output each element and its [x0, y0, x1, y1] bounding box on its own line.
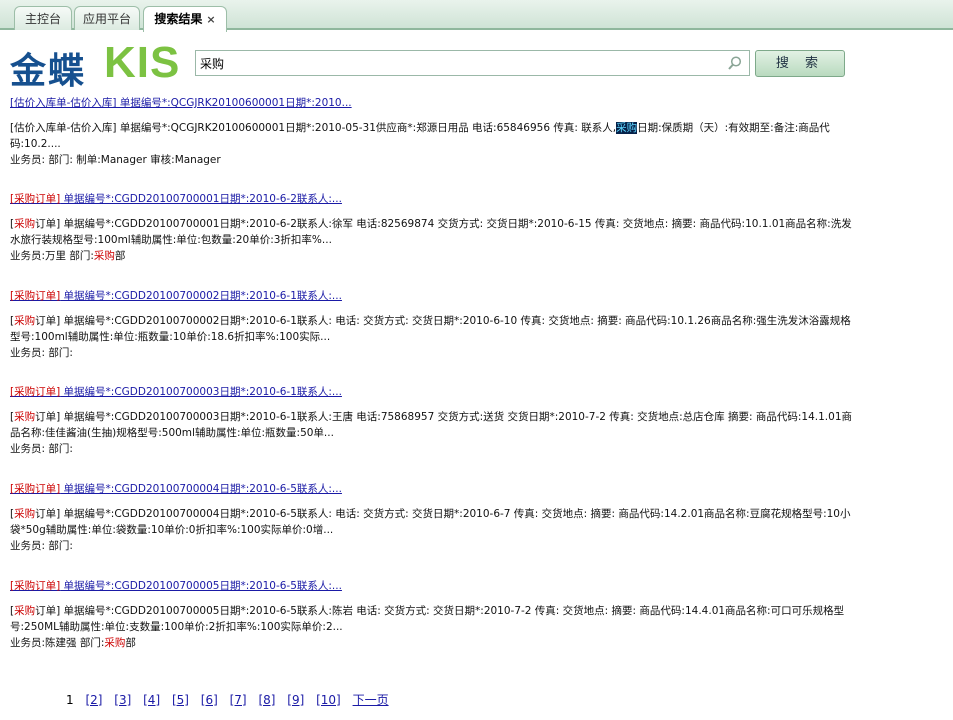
result-item: [估价入库单-估价入库] 单据编号*:QCGJRK20100600001日期*:… — [10, 96, 870, 168]
page-link-7[interactable]: [7] — [230, 693, 247, 707]
result-highlight: 采购 — [14, 605, 36, 617]
result-highlight: 采购 — [14, 315, 36, 327]
logo-english: KIS — [104, 38, 181, 87]
result-body-text: 订单] 单据编号*:CGDD20100700004日期*:2010-6-5联系人… — [10, 508, 851, 536]
tab-search-results[interactable]: 搜索结果 × — [143, 6, 227, 32]
result-title-highlight[interactable]: [采购订单] — [10, 290, 60, 302]
result-body: [采购订单] 单据编号*:CGDD20100700001日期*:2010-6-2… — [10, 216, 860, 264]
tab-label: 应用平台 — [82, 12, 131, 26]
result-body: [采购订单] 单据编号*:CGDD20100700002日期*:2010-6-1… — [10, 313, 860, 361]
result-meta-text: 业务员: 部门: 制单:Manager 审核:Manager — [10, 154, 221, 166]
result-title-text[interactable]: 单据编号*:CGDD20100700005日期*:2010-6-5联系人:... — [60, 580, 342, 592]
result-meta-text: 业务员:陈建强 部门: — [10, 637, 105, 649]
kis-logo: 金蝶 KIS — [10, 38, 190, 92]
result-title-link[interactable]: [估价入库单-估价入库] 单据编号*:QCGJRK20100600001日期*:… — [10, 96, 870, 110]
result-meta-text: 业务员: 部门: — [10, 443, 73, 455]
page-link-6[interactable]: [6] — [201, 693, 218, 707]
page-link-2[interactable]: [2] — [85, 693, 102, 707]
result-body-text: 订单] 单据编号*:CGDD20100700002日期*:2010-6-1联系人… — [10, 315, 851, 343]
search-icon[interactable] — [727, 55, 743, 71]
result-meta-text: 部 — [114, 250, 126, 262]
result-highlight: 采购 — [93, 250, 115, 262]
page-link-9[interactable]: [9] — [287, 693, 304, 707]
result-title-link[interactable]: [采购订单] 单据编号*:CGDD20100700005日期*:2010-6-5… — [10, 579, 870, 593]
result-title-link[interactable]: [采购订单] 单据编号*:CGDD20100700002日期*:2010-6-1… — [10, 289, 870, 303]
close-icon[interactable]: × — [206, 13, 215, 26]
page-link-5[interactable]: [5] — [172, 693, 189, 707]
result-highlight: 采购 — [14, 218, 36, 230]
result-meta-text: 业务员: 部门: — [10, 540, 73, 552]
result-title-highlight[interactable]: [采购订单] — [10, 386, 60, 398]
result-meta-text: 业务员: 部门: — [10, 347, 73, 359]
result-title-link[interactable]: [采购订单] 单据编号*:CGDD20100700003日期*:2010-6-1… — [10, 385, 870, 399]
page-link-3[interactable]: [3] — [114, 693, 131, 707]
result-body-text: [估价入库单-估价入库] 单据编号*:QCGJRK20100600001日期*:… — [10, 122, 617, 134]
result-highlight: 采购 — [14, 411, 36, 423]
result-body: [采购订单] 单据编号*:CGDD20100700005日期*:2010-6-5… — [10, 603, 860, 651]
result-title-text[interactable]: [估价入库单-估价入库] 单据编号*:QCGJRK20100600001日期*:… — [10, 97, 352, 109]
result-title-highlight[interactable]: [采购订单] — [10, 483, 60, 495]
result-title-highlight[interactable]: [采购订单] — [10, 193, 60, 205]
result-title-text[interactable]: 单据编号*:CGDD20100700002日期*:2010-6-1联系人:... — [60, 290, 342, 302]
result-title-link[interactable]: [采购订单] 单据编号*:CGDD20100700001日期*:2010-6-2… — [10, 192, 870, 206]
result-title-text[interactable]: 单据编号*:CGDD20100700003日期*:2010-6-1联系人:... — [60, 386, 342, 398]
page-link-8[interactable]: [8] — [258, 693, 275, 707]
result-body-text: 订单] 单据编号*:CGDD20100700001日期*:2010-6-2联系人… — [10, 218, 852, 246]
search-input[interactable] — [200, 54, 720, 72]
result-item: [采购订单] 单据编号*:CGDD20100700004日期*:2010-6-5… — [10, 482, 870, 554]
result-highlight: 采购 — [616, 122, 638, 134]
result-body: [采购订单] 单据编号*:CGDD20100700004日期*:2010-6-5… — [10, 506, 860, 554]
search-field[interactable] — [195, 50, 750, 76]
result-meta-text: 业务员:万里 部门: — [10, 250, 94, 262]
result-title-link[interactable]: [采购订单] 单据编号*:CGDD20100700004日期*:2010-6-5… — [10, 482, 870, 496]
result-item: [采购订单] 单据编号*:CGDD20100700001日期*:2010-6-2… — [10, 192, 870, 264]
result-body: [采购订单] 单据编号*:CGDD20100700003日期*:2010-6-1… — [10, 409, 860, 457]
next-page-link[interactable]: 下一页 — [353, 693, 389, 707]
tab-bar: 主控台 应用平台 搜索结果 × — [0, 0, 953, 32]
result-title-text[interactable]: 单据编号*:CGDD20100700004日期*:2010-6-5联系人:... — [60, 483, 342, 495]
result-item: [采购订单] 单据编号*:CGDD20100700002日期*:2010-6-1… — [10, 289, 870, 361]
tab-label: 主控台 — [24, 12, 61, 26]
tab-main-console[interactable]: 主控台 — [14, 6, 72, 30]
tab-label: 搜索结果 — [154, 12, 203, 26]
result-meta-text: 部 — [125, 637, 136, 649]
result-item: [采购订单] 单据编号*:CGDD20100700003日期*:2010-6-1… — [10, 385, 870, 457]
pagination: 1 [2] [3] [4] [5] [6] [7] [8] [9] [10] 下… — [66, 691, 397, 708]
page-link-4[interactable]: [4] — [143, 693, 160, 707]
logo-chinese: 金蝶 — [10, 51, 87, 92]
result-body-text: 订单] 单据编号*:CGDD20100700005日期*:2010-6-5联系人… — [10, 605, 845, 633]
result-highlight: 采购 — [104, 637, 126, 649]
result-title-text[interactable]: 单据编号*:CGDD20100700001日期*:2010-6-2联系人:... — [60, 193, 342, 205]
result-item: [采购订单] 单据编号*:CGDD20100700005日期*:2010-6-5… — [10, 579, 870, 651]
page-link-10[interactable]: [10] — [316, 693, 341, 707]
search-button[interactable]: 搜 索 — [755, 50, 845, 77]
tab-app-platform[interactable]: 应用平台 — [74, 6, 140, 30]
result-highlight: 采购 — [14, 508, 36, 520]
result-title-highlight[interactable]: [采购订单] — [10, 580, 60, 592]
result-body-text: 订单] 单据编号*:CGDD20100700003日期*:2010-6-1联系人… — [10, 411, 852, 439]
current-page: 1 — [66, 693, 74, 707]
result-body: [估价入库单-估价入库] 单据编号*:QCGJRK20100600001日期*:… — [10, 120, 860, 168]
